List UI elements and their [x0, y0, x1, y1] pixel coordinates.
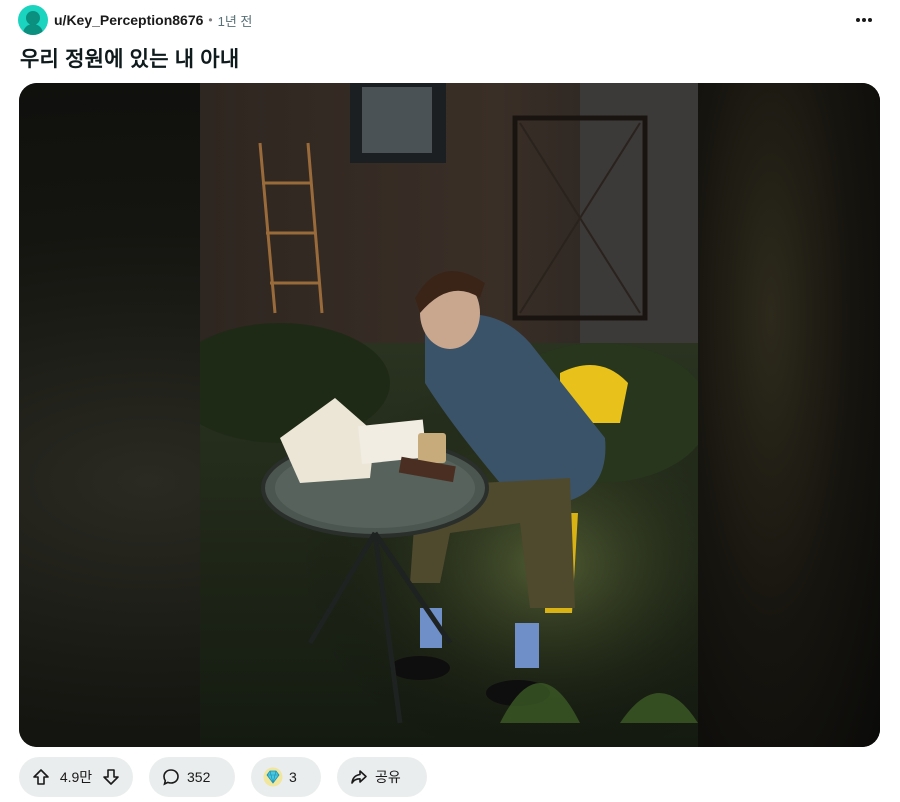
more-options-button[interactable] — [852, 8, 876, 32]
avatar[interactable] — [18, 5, 48, 35]
post-time: 1년 전 — [217, 13, 253, 29]
upvote-arrow-icon[interactable] — [31, 767, 51, 787]
more-horizontal-icon — [856, 18, 872, 22]
downvote-arrow-icon[interactable] — [101, 767, 121, 787]
award-count: 3 — [289, 769, 297, 785]
comment-count: 352 — [187, 769, 211, 785]
post-media[interactable] — [19, 83, 880, 747]
author-username[interactable]: u/Key_Perception8676 — [54, 12, 203, 28]
vote-bar: 4.9만 — [19, 757, 133, 797]
post-photo — [200, 83, 698, 747]
vote-count: 4.9만 — [59, 769, 93, 785]
post-header: u/Key_Perception8676 • 1년 전 — [18, 5, 252, 35]
award-gem-icon — [263, 767, 283, 787]
share-arrow-icon — [349, 767, 369, 787]
comments-button[interactable]: 352 — [149, 757, 235, 797]
media-blur-right — [698, 83, 880, 747]
share-label: 공유 — [375, 769, 401, 785]
meta-separator: • — [208, 13, 213, 27]
post-actions: 4.9만 352 3 공유 — [19, 757, 427, 797]
comment-bubble-icon — [161, 767, 181, 787]
post-title[interactable]: 우리 정원에 있는 내 아내 — [20, 43, 239, 73]
award-button[interactable]: 3 — [251, 757, 321, 797]
share-button[interactable]: 공유 — [337, 757, 427, 797]
